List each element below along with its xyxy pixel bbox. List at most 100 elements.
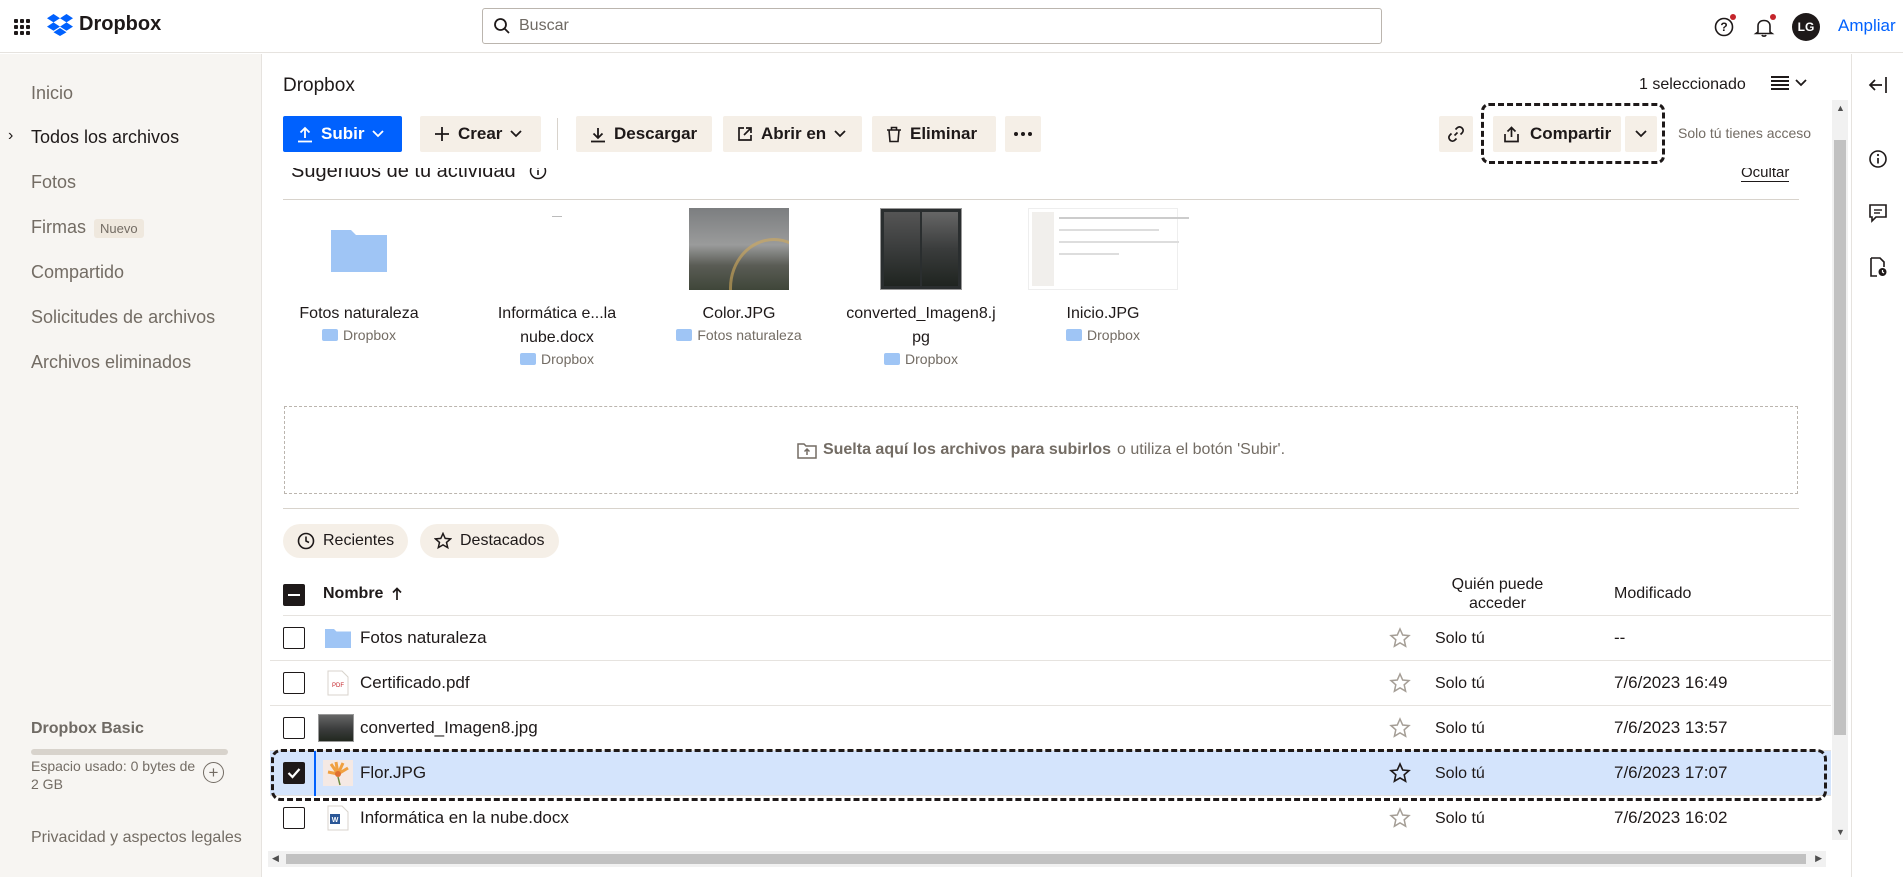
row-checkbox[interactable] xyxy=(283,627,305,649)
file-name[interactable]: converted_Imagen8.jpg xyxy=(360,718,538,738)
file-activity-icon[interactable] xyxy=(1867,256,1889,278)
share-options-button[interactable] xyxy=(1625,116,1657,152)
sidebar-item-todos-los-archivos[interactable]: Todos los archivos xyxy=(31,127,179,148)
folder-icon xyxy=(676,329,693,341)
privacy-link[interactable]: Privacidad y aspectos legales xyxy=(31,829,242,847)
star-icon[interactable] xyxy=(1389,807,1411,829)
copy-link-button[interactable] xyxy=(1439,116,1473,152)
upgrade-link[interactable]: Ampliar xyxy=(1838,16,1896,36)
suggested-section-title: Sugeridos de tu actividad xyxy=(291,162,547,184)
collapse-panel-icon[interactable] xyxy=(1867,74,1889,96)
comment-icon[interactable] xyxy=(1867,202,1889,224)
modified-cell: 7/6/2023 17:07 xyxy=(1614,763,1728,782)
file-name[interactable]: Flor.JPG xyxy=(360,763,426,783)
folder-icon xyxy=(284,206,434,292)
scroll-thumb[interactable] xyxy=(1834,140,1846,735)
delete-button[interactable]: Eliminar xyxy=(872,116,996,152)
more-actions-button[interactable] xyxy=(1005,116,1041,152)
sidebar-item-solicitudes[interactable]: Solicitudes de archivos xyxy=(31,307,215,328)
top-bar: Dropbox ? LG Ampliar xyxy=(0,0,1903,53)
suggested-item-name: Informática e...la nube.docx xyxy=(497,305,617,346)
star-icon[interactable] xyxy=(1389,672,1411,694)
folder-icon xyxy=(320,624,356,652)
suggested-item[interactable]: converted_Imagen8.jpg Dropbox xyxy=(846,206,996,367)
divider xyxy=(283,508,1799,509)
download-button[interactable]: Descargar xyxy=(576,116,712,152)
table-row[interactable]: W Informática en la nube.docx Solo tú 7/… xyxy=(270,796,1831,841)
storage-usage-bar xyxy=(31,749,228,755)
file-name[interactable]: Certificado.pdf xyxy=(360,673,470,693)
clock-icon xyxy=(297,532,315,550)
column-header-name[interactable]: Nombre xyxy=(323,585,403,603)
add-storage-icon[interactable]: + xyxy=(203,762,224,783)
file-name[interactable]: Informática en la nube.docx xyxy=(360,808,569,828)
breadcrumb[interactable]: Dropbox xyxy=(283,75,355,97)
suggested-item[interactable]: Fotos naturaleza Dropbox xyxy=(284,206,434,343)
sidebar-item-compartido[interactable]: Compartido xyxy=(31,262,124,283)
toolbar-divider xyxy=(557,118,558,150)
share-button[interactable]: Compartir xyxy=(1493,116,1621,152)
row-checkbox[interactable] xyxy=(283,672,305,694)
drop-zone[interactable]: Suelta aquí los archivos para subirlos o… xyxy=(284,406,1798,494)
vertical-scrollbar[interactable]: ▲ ▼ xyxy=(1832,100,1848,840)
row-checkbox[interactable] xyxy=(283,717,305,739)
external-link-icon xyxy=(738,127,752,141)
view-toggle[interactable] xyxy=(1771,75,1807,91)
create-button[interactable]: Crear xyxy=(420,116,541,152)
info-icon[interactable] xyxy=(1867,148,1889,170)
horizontal-scrollbar[interactable]: ◀ ▶ xyxy=(268,851,1826,867)
table-row-selected[interactable]: Flor.JPG Solo tú 7/6/2023 17:07 xyxy=(270,751,1831,796)
dropbox-logo[interactable]: Dropbox xyxy=(47,13,161,36)
sidebar-item-eliminados[interactable]: Archivos eliminados xyxy=(31,352,191,373)
column-header-access: Quién puede acceder xyxy=(1451,576,1544,612)
filter-recent[interactable]: Recientes xyxy=(283,524,409,558)
suggested-item[interactable]: Inicio.JPG Dropbox xyxy=(1028,206,1189,343)
file-name[interactable]: Fotos naturaleza xyxy=(360,628,487,648)
hide-suggested-link[interactable]: Ocultar xyxy=(1741,168,1790,182)
image-thumb xyxy=(846,206,996,292)
scroll-left-icon[interactable]: ◀ xyxy=(272,853,279,864)
chevron-right-icon[interactable]: › xyxy=(8,127,13,145)
access-cell: Solo tú xyxy=(1435,675,1485,692)
rainbow-photo-thumb xyxy=(664,206,814,292)
pdf-icon: PDF xyxy=(320,669,356,697)
table-row[interactable]: PDF Certificado.pdf Solo tú 7/6/2023 16:… xyxy=(270,661,1831,706)
filter-recent-label: Recientes xyxy=(323,532,395,549)
sidebar-item-inicio[interactable]: Inicio xyxy=(31,83,73,104)
help-icon[interactable]: ? xyxy=(1711,14,1737,40)
table-row[interactable]: Fotos naturaleza Solo tú -- xyxy=(270,616,1831,661)
row-checkbox[interactable] xyxy=(283,807,305,829)
table-row[interactable]: converted_Imagen8.jpg Solo tú 7/6/2023 1… xyxy=(270,706,1831,751)
select-all-checkbox[interactable] xyxy=(283,584,305,606)
list-view-icon xyxy=(1771,76,1789,90)
scroll-down-icon[interactable]: ▼ xyxy=(1836,827,1845,837)
avatar[interactable]: LG xyxy=(1792,13,1820,41)
sidebar-item-fotos[interactable]: Fotos xyxy=(31,172,76,193)
row-checkbox-checked[interactable] xyxy=(283,762,305,784)
svg-text:?: ? xyxy=(1720,20,1727,34)
right-rail xyxy=(1851,54,1903,877)
open-in-button[interactable]: Abrir en xyxy=(723,116,862,152)
app-grid-icon[interactable] xyxy=(14,19,30,35)
plan-title: Dropbox Basic xyxy=(31,720,144,737)
filter-starred[interactable]: Destacados xyxy=(420,524,559,558)
info-icon[interactable] xyxy=(529,162,547,180)
star-icon[interactable] xyxy=(1389,627,1411,649)
bell-icon[interactable] xyxy=(1751,14,1777,40)
upload-button[interactable]: Subir xyxy=(283,116,402,152)
scroll-right-icon[interactable]: ▶ xyxy=(1815,853,1822,864)
upload-label: Subir xyxy=(321,124,365,143)
scroll-up-icon[interactable]: ▲ xyxy=(1836,103,1845,113)
suggested-item[interactable]: Color.JPG Fotos naturaleza xyxy=(664,206,814,343)
svg-text:PDF: PDF xyxy=(332,683,344,689)
column-header-modified[interactable]: Modificado xyxy=(1614,585,1691,603)
scroll-thumb[interactable] xyxy=(286,854,1806,864)
suggested-item[interactable]: Informática e...la nube.docx Dropbox xyxy=(482,206,632,367)
chevron-down-icon xyxy=(1635,130,1647,138)
star-icon[interactable] xyxy=(1389,762,1411,784)
star-icon[interactable] xyxy=(1389,717,1411,739)
star-icon xyxy=(434,532,452,550)
sidebar-item-firmas[interactable]: Firmas Nuevo xyxy=(31,217,144,238)
search-box[interactable] xyxy=(482,8,1382,44)
search-input[interactable] xyxy=(519,17,1339,35)
